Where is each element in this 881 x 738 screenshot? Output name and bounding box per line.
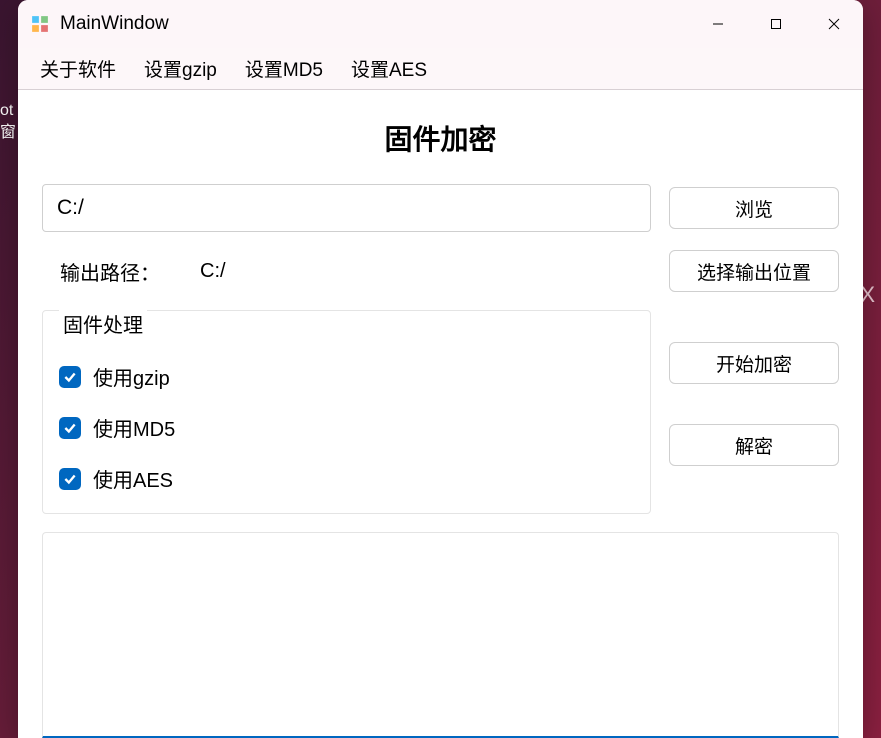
- checkbox-icon: [59, 417, 81, 439]
- firmware-processing-group: 固件处理 使用gzip 使用MD5: [42, 310, 651, 514]
- output-path-row: 输出路径： C:/ 选择输出位置: [42, 250, 839, 292]
- checkbox-label: 使用gzip: [93, 362, 170, 391]
- log-output-area[interactable]: [42, 532, 839, 738]
- output-path-display: 输出路径： C:/: [42, 257, 651, 286]
- window-controls: [689, 0, 863, 48]
- browse-button[interactable]: 浏览: [669, 187, 839, 229]
- checkbox-use-md5[interactable]: 使用MD5: [59, 413, 634, 442]
- menu-set-gzip[interactable]: 设置gzip: [130, 49, 231, 88]
- minimize-button[interactable]: [689, 0, 747, 48]
- main-window: MainWindow 关于软件 设置gzip 设置MD5 设置AES 固件加密 …: [18, 0, 863, 738]
- checkbox-icon: [59, 366, 81, 388]
- checkbox-use-gzip[interactable]: 使用gzip: [59, 362, 634, 391]
- select-output-button[interactable]: 选择输出位置: [669, 250, 839, 292]
- groupbox-title: 固件处理: [59, 309, 147, 338]
- decrypt-button[interactable]: 解密: [669, 424, 839, 466]
- app-icon: [30, 14, 50, 34]
- checkbox-label: 使用AES: [93, 464, 173, 493]
- input-path-row: 浏览: [42, 184, 839, 232]
- checkbox-label: 使用MD5: [93, 413, 175, 442]
- input-path-field[interactable]: [42, 184, 651, 232]
- window-title: MainWindow: [60, 13, 689, 35]
- output-path-label: 输出路径：: [60, 257, 160, 286]
- checkbox-icon: [59, 468, 81, 490]
- start-encrypt-button[interactable]: 开始加密: [669, 342, 839, 384]
- content-area: 固件加密 浏览 输出路径： C:/ 选择输出位置 固件处理 使用gzip: [18, 90, 863, 738]
- output-path-value: C:/: [200, 260, 226, 283]
- menubar: 关于软件 设置gzip 设置MD5 设置AES: [18, 48, 863, 90]
- menu-set-aes[interactable]: 设置AES: [337, 49, 441, 88]
- maximize-button[interactable]: [747, 0, 805, 48]
- menu-about[interactable]: 关于软件: [26, 49, 130, 88]
- mid-section: 固件处理 使用gzip 使用MD5: [42, 310, 839, 514]
- page-title: 固件加密: [42, 118, 839, 158]
- titlebar: MainWindow: [18, 0, 863, 48]
- action-buttons-column: 开始加密 解密: [669, 310, 839, 514]
- menu-set-md5[interactable]: 设置MD5: [231, 49, 337, 88]
- checkbox-use-aes[interactable]: 使用AES: [59, 464, 634, 493]
- close-button[interactable]: [805, 0, 863, 48]
- desktop-background-text: ot 窗: [0, 100, 16, 145]
